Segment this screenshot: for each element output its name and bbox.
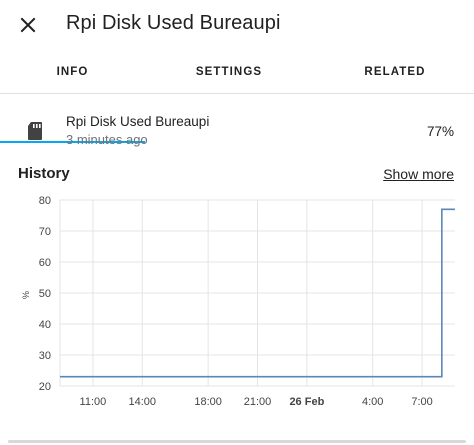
entity-last-changed: 3 minutes ago xyxy=(66,132,148,147)
x-tick-label: 14:00 xyxy=(129,396,157,408)
y-axis-unit-label: % xyxy=(21,291,31,299)
history-heading: History xyxy=(18,165,70,182)
horizontal-scrollbar[interactable] xyxy=(8,440,466,443)
entity-row[interactable]: Rpi Disk Used Bureaupi 3 minutes ago 77% xyxy=(0,110,474,154)
y-tick-label: 20 xyxy=(39,381,51,393)
history-chart-svg: 80 70 60 50 40 30 20 11:00 14:00 18:00 21:00 26 Feb… xyxy=(21,195,455,408)
entity-state: 77% xyxy=(426,124,454,139)
tab-info[interactable]: INFO xyxy=(0,50,145,94)
y-tick-label: 80 xyxy=(39,195,51,207)
x-tick-label: 11:00 xyxy=(80,396,107,408)
history-chart[interactable]: 80 70 60 50 40 30 20 11:00 14:00 18:00 21:00 26 Feb… xyxy=(0,190,474,415)
tab-bar: INFO SETTINGS RELATED xyxy=(0,50,474,143)
y-tick-label: 60 xyxy=(39,257,51,269)
x-tick-label: 7:00 xyxy=(411,396,432,408)
tab-settings[interactable]: SETTINGS xyxy=(158,50,300,94)
x-tick-label: 18:00 xyxy=(194,396,222,408)
x-tick-label: 4:00 xyxy=(362,396,383,408)
dialog-header: Rpi Disk Used Bureaupi xyxy=(0,0,474,50)
close-button[interactable] xyxy=(14,11,42,39)
dialog-title: Rpi Disk Used Bureaupi xyxy=(66,12,281,34)
y-tick-label: 50 xyxy=(39,288,51,300)
x-tick-label: 26 Feb xyxy=(289,396,324,408)
show-more-link[interactable]: Show more xyxy=(383,166,454,182)
sd-card-icon xyxy=(26,121,44,141)
close-icon xyxy=(20,17,36,33)
y-tick-label: 30 xyxy=(39,350,51,362)
y-tick-label: 70 xyxy=(39,226,51,238)
x-tick-label: 21:00 xyxy=(244,396,272,408)
y-tick-label: 40 xyxy=(39,319,51,331)
tab-related[interactable]: RELATED xyxy=(316,50,474,94)
entity-name: Rpi Disk Used Bureaupi xyxy=(66,114,210,129)
